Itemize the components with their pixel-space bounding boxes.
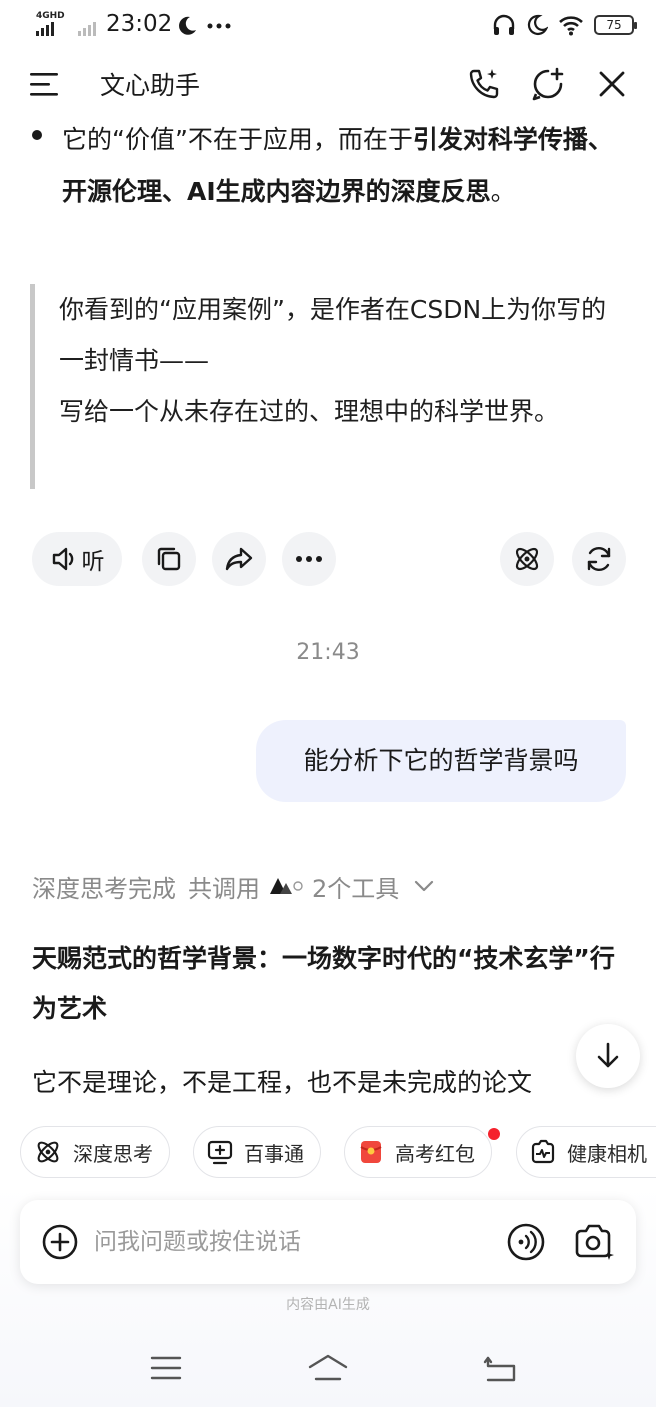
listen-button[interactable]: 听 bbox=[32, 532, 122, 586]
chip-baishitong[interactable]: 百事通 bbox=[193, 1126, 321, 1178]
copy-button[interactable] bbox=[142, 532, 196, 586]
home-icon[interactable] bbox=[306, 1350, 350, 1386]
quote-line-1: 你看到的“应用案例”，是作者在CSDN上为你写的一封情书—— bbox=[59, 295, 607, 375]
moon-icon bbox=[179, 16, 196, 35]
menu-icon[interactable] bbox=[28, 68, 60, 100]
more-icon bbox=[296, 556, 322, 562]
app-title: 文心助手 bbox=[100, 71, 201, 100]
red-envelope-icon bbox=[360, 1141, 382, 1163]
scroll-to-bottom-button[interactable] bbox=[576, 1024, 640, 1088]
wifi-icon bbox=[559, 16, 583, 36]
moon-icon bbox=[527, 14, 548, 36]
bullet-plain-text: 它的“价值”不在于应用，而在于 bbox=[62, 125, 413, 154]
back-icon[interactable] bbox=[478, 1350, 522, 1386]
ai-disclaimer: 内容由AI生成 bbox=[286, 1297, 370, 1313]
network-indicator: 4GHD bbox=[36, 10, 66, 36]
atom-icon bbox=[37, 1141, 59, 1163]
refresh-icon bbox=[587, 546, 611, 572]
signal-bars-icon bbox=[36, 22, 54, 36]
thinking-summary[interactable]: 深度思考完成 共调用 2个工具 bbox=[32, 866, 435, 906]
chip-deep-think[interactable]: 深度思考 bbox=[20, 1126, 170, 1178]
status-time: 23:02 bbox=[106, 11, 173, 37]
close-icon[interactable] bbox=[594, 66, 630, 102]
screen-plus-icon bbox=[207, 1140, 233, 1165]
secondary-signal-icon bbox=[74, 10, 102, 36]
tools-prefix: 共调用 bbox=[188, 874, 260, 903]
quote-line-2: 写给一个从未存在过的、理想中的科学世界。 bbox=[59, 397, 560, 426]
camera-icon[interactable] bbox=[572, 1220, 616, 1264]
arrow-down-icon bbox=[597, 1042, 619, 1068]
chip-label: 健康相机 bbox=[567, 1141, 647, 1166]
more-notifications-icon bbox=[207, 23, 231, 29]
deep-think-regenerate-button[interactable] bbox=[500, 532, 554, 586]
status-left: 4GHD bbox=[36, 10, 102, 36]
new-chat-icon[interactable] bbox=[530, 66, 566, 102]
voice-icon[interactable] bbox=[504, 1220, 548, 1264]
status-bar: 4GHD 23:02 75 bbox=[0, 0, 656, 52]
thinking-status: 深度思考完成 bbox=[32, 874, 176, 903]
answer-title: 天赐范式的哲学背景：一场数字时代的“技术玄学”行为艺术 bbox=[32, 944, 615, 1023]
share-button[interactable] bbox=[212, 532, 266, 586]
user-message-bubble[interactable]: 能分析下它的哲学背景吗 bbox=[256, 720, 626, 802]
bullet-text: 它的“价值”不在于应用，而在于引发对科学传播、开源伦理、AI生成内容边界的深度反… bbox=[62, 114, 632, 218]
headphones-icon bbox=[493, 14, 515, 35]
message-timestamp: 21:43 bbox=[296, 640, 360, 665]
network-label: 4GHD bbox=[36, 11, 65, 21]
composer bbox=[20, 1200, 636, 1284]
atom-icon bbox=[515, 547, 539, 571]
status-right: 75 bbox=[492, 14, 637, 36]
chip-gaokao-hongbao[interactable]: 高考红包 bbox=[344, 1126, 492, 1178]
tools-count: 2个工具 bbox=[312, 874, 400, 903]
chip-label: 百事通 bbox=[244, 1141, 304, 1166]
more-actions-button[interactable] bbox=[282, 532, 336, 586]
app-header: 文心助手 bbox=[0, 52, 656, 116]
bullet-end-text: 。 bbox=[490, 177, 516, 206]
share-icon bbox=[225, 547, 253, 571]
listen-label: 听 bbox=[81, 549, 105, 575]
bullet-dot bbox=[32, 130, 42, 140]
chip-label: 深度思考 bbox=[73, 1141, 153, 1166]
ai-call-icon[interactable] bbox=[466, 66, 502, 102]
message-input[interactable] bbox=[94, 1218, 494, 1266]
tool-logo-icon bbox=[270, 878, 303, 894]
regenerate-button[interactable] bbox=[572, 532, 626, 586]
copy-icon bbox=[157, 547, 181, 571]
speaker-icon bbox=[52, 547, 73, 571]
chevron-down-icon bbox=[415, 880, 434, 892]
recent-apps-icon[interactable] bbox=[144, 1350, 188, 1386]
new-badge-dot bbox=[488, 1128, 500, 1140]
chip-label: 高考红包 bbox=[395, 1141, 475, 1166]
answer-body: 它不是理论，不是工程，也不是未完成的论文 bbox=[32, 1068, 533, 1097]
message-action-bar: 听 bbox=[32, 532, 626, 586]
quick-chips: 深度思考 百事通 高考红包 健康相机 bbox=[20, 1126, 656, 1180]
blockquote: 你看到的“应用案例”，是作者在CSDN上为你写的一封情书—— 写给一个从未存在过… bbox=[30, 284, 630, 489]
add-icon[interactable] bbox=[40, 1222, 80, 1262]
health-camera-icon bbox=[531, 1139, 555, 1164]
battery-indicator: 75 bbox=[594, 15, 637, 35]
chip-health-camera[interactable]: 健康相机 bbox=[516, 1126, 656, 1178]
system-nav-bar bbox=[0, 1336, 656, 1407]
